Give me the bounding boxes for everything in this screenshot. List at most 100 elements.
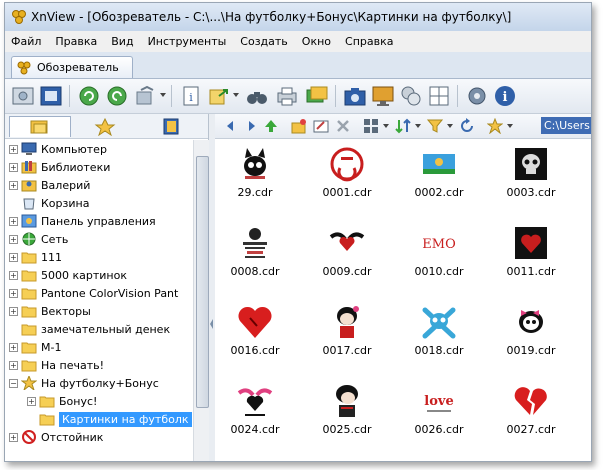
camera-icon[interactable] [343,84,367,108]
refresh-icon[interactable] [459,118,475,134]
fullscreen-icon[interactable] [39,84,63,108]
thumbnail-item[interactable]: 0017.cdr [307,300,387,376]
grid-view-icon[interactable] [427,84,451,108]
forward-icon[interactable] [243,118,259,134]
rotate-right-icon[interactable] [105,84,129,108]
back-icon[interactable] [223,118,239,134]
up-folder-icon[interactable] [263,118,279,134]
transform-icon[interactable] [133,84,157,108]
expand-icon[interactable]: + [9,216,18,226]
thumbnail-item[interactable]: 0016.cdr [215,300,295,376]
expand-icon[interactable]: + [9,270,18,280]
thumbnail-item[interactable]: 0024.cdr [215,379,295,455]
tree-item[interactable]: + Валерий [9,176,90,194]
new-folder-icon[interactable] [291,118,307,134]
thumbnail-item[interactable]: 0027.cdr [491,379,571,455]
menu-create[interactable]: Создать [240,35,288,48]
thumbnail-item[interactable]: love 0026.cdr [399,379,479,455]
tab-favorites[interactable] [75,116,135,137]
print-icon[interactable] [275,84,299,108]
thumbnail-item[interactable]: 0002.cdr [399,142,479,218]
expand-icon[interactable]: + [9,162,18,172]
expand-icon[interactable]: + [9,252,18,262]
menu-window[interactable]: Окно [302,35,331,48]
filter-icon[interactable] [426,118,444,134]
thumbnail-item[interactable]: 0008.cdr [215,221,295,297]
properties-icon[interactable]: i [179,84,203,108]
tab-categories[interactable] [141,116,201,136]
thumbnail-item[interactable]: 0009.cdr [307,221,387,297]
tree-item[interactable]: замечательный денек [9,320,170,338]
tree-item[interactable]: + Векторы [9,302,91,320]
tab-browser[interactable]: Обозреватель [11,56,133,78]
compare-icon[interactable] [399,84,423,108]
chevron-down-icon[interactable] [160,93,166,97]
binoculars-icon[interactable] [245,84,269,108]
delete-icon[interactable] [335,118,351,134]
tree-item[interactable]: +5000 картинок [9,266,127,284]
expand-icon[interactable]: + [9,306,18,316]
rotate-left-icon[interactable] [77,84,101,108]
tree-item[interactable]: +111 [9,248,62,266]
tree-item[interactable]: + Отстойник [9,428,103,446]
tree-item[interactable]: + Бонус! [27,392,97,410]
tree-item[interactable]: Корзина [9,194,89,212]
chevron-down-icon[interactable] [447,124,453,128]
heart-wings-icon [235,381,275,421]
tree-scrollbar[interactable] [193,140,209,461]
menu-help[interactable]: Справка [345,35,393,48]
chevron-down-icon[interactable] [415,124,421,128]
expand-icon[interactable]: + [9,180,18,190]
tab-folders[interactable] [9,116,71,137]
expand-icon[interactable]: + [9,144,18,154]
open-image-icon[interactable] [11,84,35,108]
tree-item[interactable]: + Компьютер [9,140,107,158]
thumbnail-item[interactable]: 0019.cdr [491,300,571,376]
star-icon[interactable] [486,117,504,135]
menu-view[interactable]: Вид [111,35,133,48]
menu-tools[interactable]: Инструменты [148,35,227,48]
chevron-down-icon[interactable] [507,124,513,128]
rename-icon[interactable] [313,118,329,134]
expand-icon[interactable]: + [9,360,18,370]
chevron-down-icon[interactable] [233,93,239,97]
thumbnail-item[interactable]: 29.cdr [215,142,295,218]
thumbnail-item[interactable]: 0001.cdr [307,142,387,218]
view-mode-icon[interactable] [363,118,379,134]
tree-item[interactable]: + Панель управления [9,212,156,230]
gear-icon[interactable] [465,84,489,108]
tree-item[interactable]: Картинки на футболк [27,410,192,428]
thumbnail-item[interactable]: 0003.cdr [491,142,571,218]
thumbnail-item[interactable]: EMO 0010.cdr [399,221,479,297]
slideshow-icon[interactable] [305,84,329,108]
toolbar-separator [171,85,172,107]
folder-tree: + Компьютер + Библиотеки + Валерий Корзина + Пан… [5,140,193,461]
expand-icon[interactable]: + [9,288,18,298]
tree-item[interactable]: − На футболку+Бонус [9,374,159,392]
tree-item[interactable]: + Библиотеки [9,158,110,176]
thumbnail-item[interactable]: 0025.cdr [307,379,387,455]
collapse-icon[interactable]: − [9,378,18,388]
menu-file[interactable]: Файл [11,35,41,48]
expand-icon[interactable]: + [9,234,18,244]
expand-icon[interactable]: + [27,396,36,406]
expand-icon[interactable]: + [9,432,18,442]
sort-icon[interactable] [395,118,411,134]
export-icon[interactable] [207,84,231,108]
tree-item[interactable]: + Pantone ColorVision Pant [9,284,178,302]
tree-item-label: 5000 картинок [41,268,127,282]
desktop-wallpaper-icon[interactable] [371,84,395,108]
tree-item[interactable]: + На печать! [9,356,104,374]
folder-icon [21,268,37,282]
thumbnail-item[interactable]: 0011.cdr [491,221,571,297]
thumbnail-filename: 0016.cdr [230,344,280,357]
path-input[interactable]: C:\Users [541,117,591,134]
menu-edit[interactable]: Правка [55,35,97,48]
tree-scrollbar-thumb[interactable] [196,156,209,408]
tree-item[interactable]: + М-1 [9,338,61,356]
thumbnail-item[interactable]: 0018.cdr [399,300,479,376]
tree-item[interactable]: + Сеть [9,230,68,248]
chevron-down-icon[interactable] [383,124,389,128]
info-icon[interactable]: i [493,84,517,108]
expand-icon[interactable]: + [9,342,18,352]
